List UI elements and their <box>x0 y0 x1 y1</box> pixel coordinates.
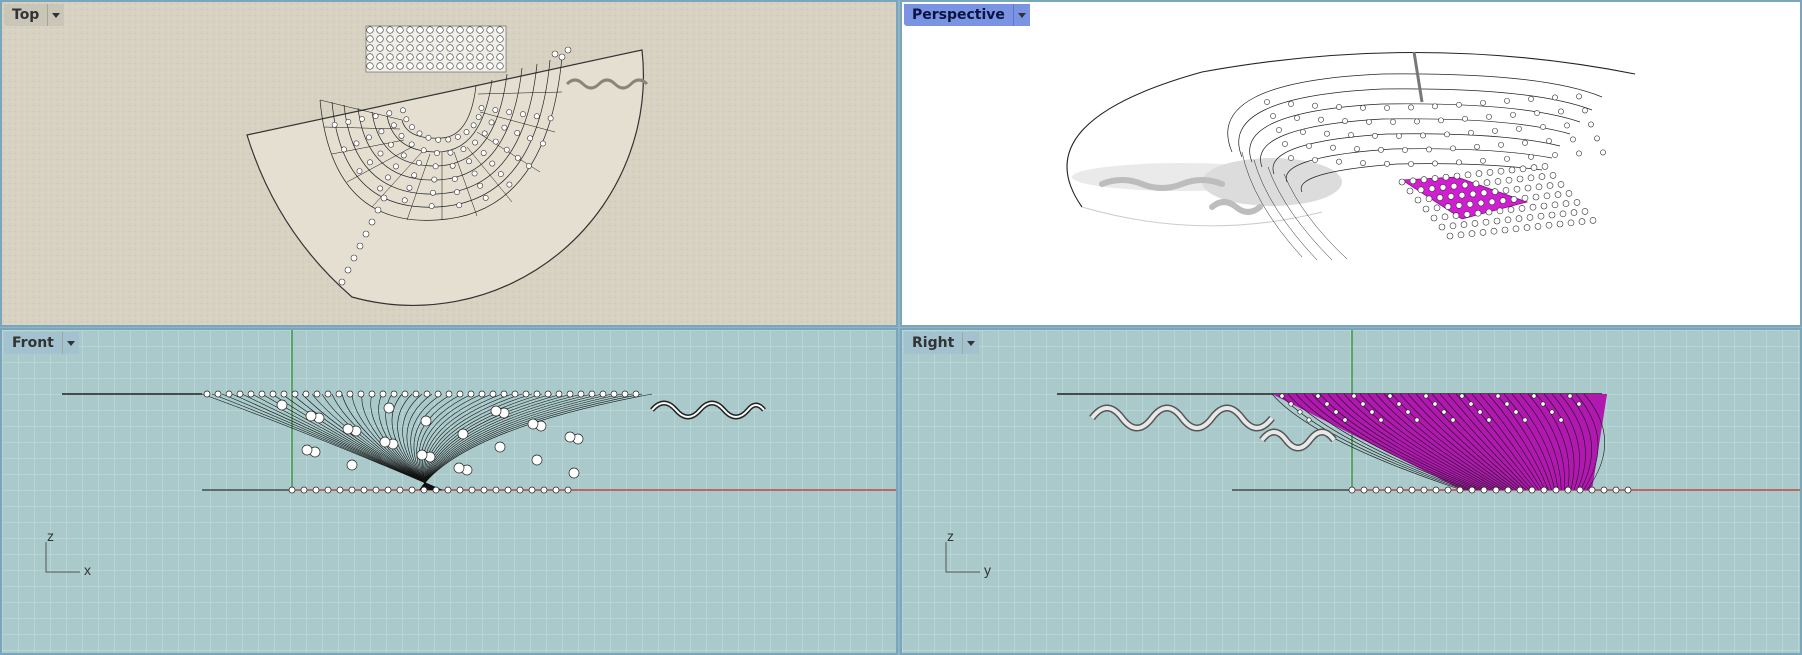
viewport-top[interactable]: Top <box>0 0 898 327</box>
viewport-title[interactable]: Perspective <box>904 4 1013 26</box>
perspective-view-scene <box>902 2 1800 325</box>
viewport-tab-front[interactable]: Front <box>4 332 79 354</box>
axis-label-horizontal: x <box>84 562 91 578</box>
viewport-title[interactable]: Front <box>4 332 62 354</box>
front-view-scene <box>2 330 896 653</box>
viewport-tab-perspective[interactable]: Perspective <box>904 4 1030 26</box>
viewport-front[interactable]: z x Front <box>0 328 898 655</box>
right-view-scene <box>902 330 1800 653</box>
viewport-tab-top[interactable]: Top <box>4 4 65 26</box>
dropdown-caret-icon[interactable] <box>962 332 980 354</box>
viewport-tab-right[interactable]: Right <box>904 332 980 354</box>
axis-label-horizontal: y <box>984 562 991 578</box>
viewport-title[interactable]: Top <box>4 4 48 26</box>
dropdown-caret-icon[interactable] <box>47 4 65 26</box>
top-view-scene <box>2 2 896 325</box>
axis-label-vertical: z <box>47 528 54 544</box>
dropdown-caret-icon[interactable] <box>1012 4 1030 26</box>
viewport-perspective[interactable]: Perspective <box>900 0 1802 327</box>
dropdown-caret-icon[interactable] <box>61 332 79 354</box>
viewport-title[interactable]: Right <box>904 332 963 354</box>
axis-label-vertical: z <box>947 528 954 544</box>
viewport-right[interactable]: z y Right <box>900 328 1802 655</box>
